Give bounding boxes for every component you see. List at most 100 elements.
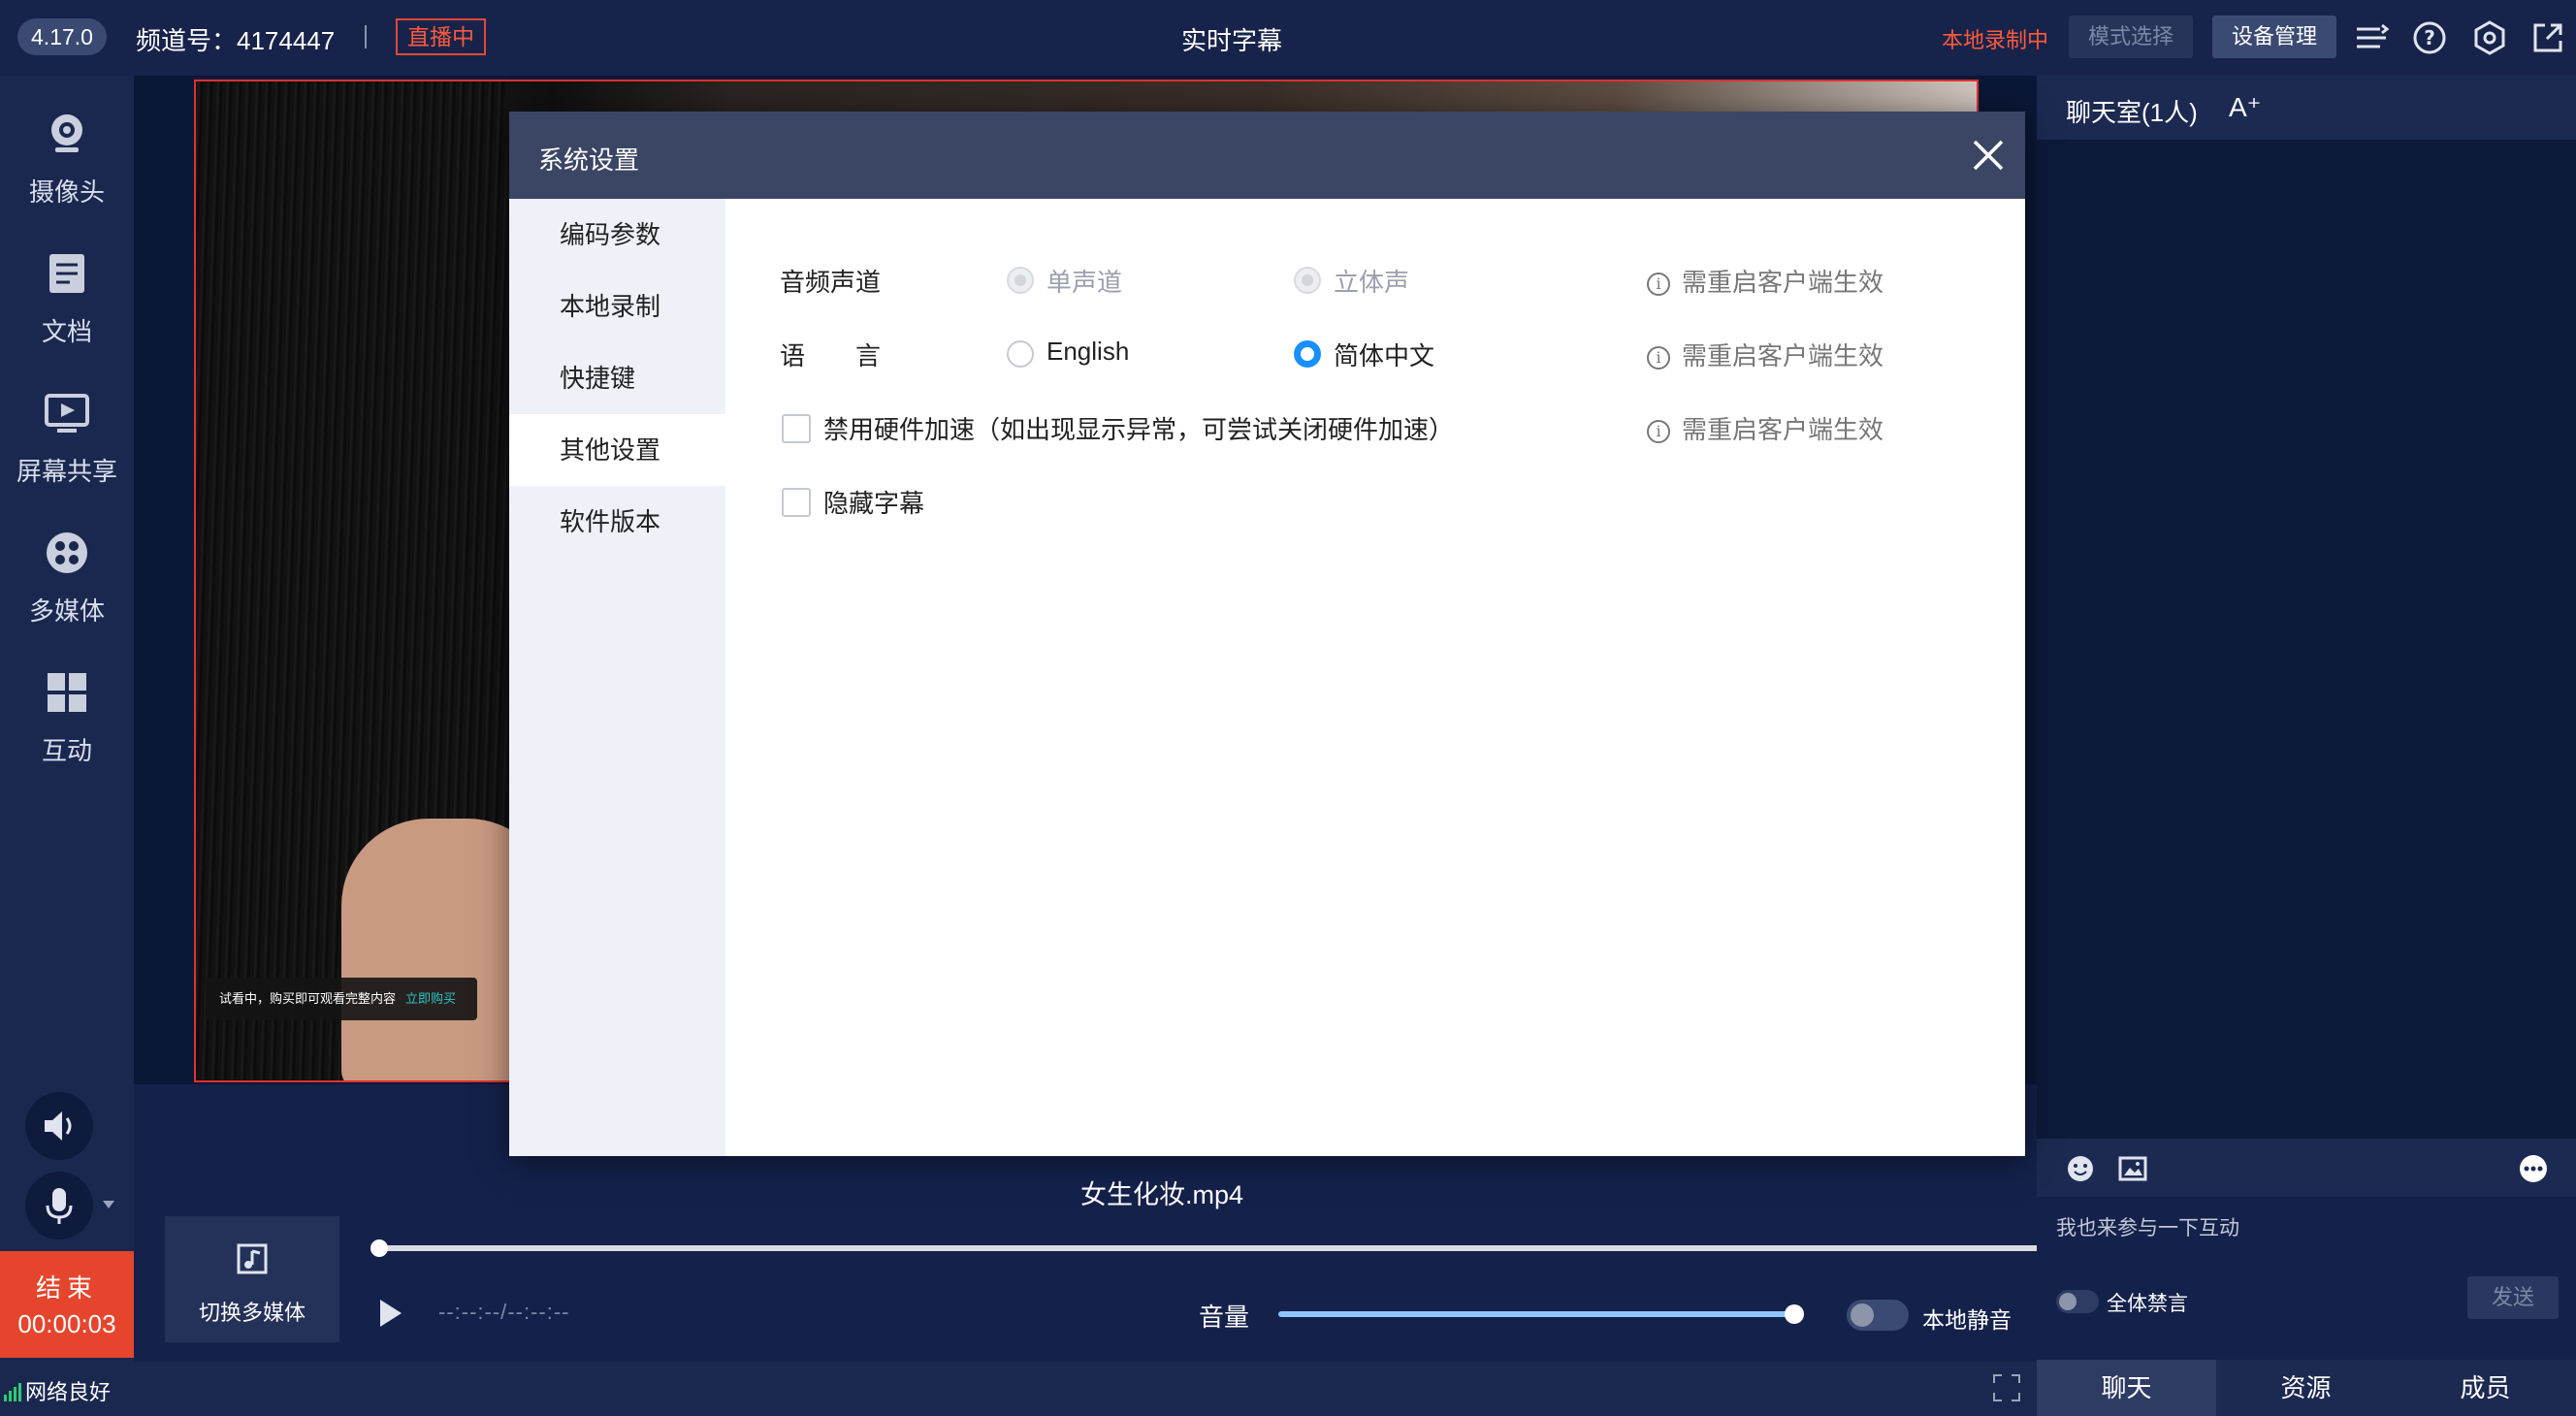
signal-icon (4, 1383, 21, 1401)
nav-item-encoding[interactable]: 编码参数 (509, 199, 725, 271)
settings-content: 音频声道 单声道 立体声 i 需重启客户端生效 语 言 English 简体中文 … (725, 199, 2025, 1156)
speaker-button[interactable] (25, 1092, 93, 1160)
settings-icon[interactable] (2469, 17, 2510, 58)
device-manage-button[interactable]: 设备管理 (2212, 16, 2337, 58)
playback-progress-handle[interactable] (370, 1239, 388, 1257)
restart-hint-text: 需重启客户端生效 (1682, 268, 1884, 297)
sidebar-item-interaction[interactable]: 互动 (0, 652, 134, 778)
network-status: 网络良好 (4, 1375, 111, 1406)
tab-resources[interactable]: 资源 (2216, 1360, 2396, 1416)
image-icon[interactable] (2118, 1154, 2147, 1183)
media-switch-icon (237, 1243, 268, 1274)
nav-item-local-recording[interactable]: 本地录制 (509, 271, 725, 342)
chinese-radio[interactable] (1294, 340, 1321, 368)
chat-input-placeholder[interactable]: 我也来参与一下互动 (2056, 1212, 2239, 1241)
english-radio[interactable] (1007, 340, 1034, 368)
emoji-icon[interactable] (2066, 1154, 2095, 1183)
microphone-icon (46, 1188, 73, 1224)
sidebar-item-document[interactable]: 文档 (0, 233, 134, 359)
sidebar-item-screen-share[interactable]: 屏幕共享 (0, 372, 134, 499)
sidebar-item-multimedia[interactable]: 多媒体 (0, 512, 134, 638)
microphone-button[interactable] (25, 1172, 93, 1239)
divider (365, 25, 367, 48)
network-label: 网络良好 (25, 1380, 112, 1404)
tab-chat[interactable]: 聊天 (2037, 1360, 2216, 1416)
language-row: 语 言 English 简体中文 i 需重启客户端生效 (725, 333, 2025, 371)
trial-text: 试看中，购买即可观看完整内容 (219, 991, 397, 1006)
hw-accel-checkbox[interactable] (782, 414, 811, 443)
mode-select-button[interactable]: 模式选择 (2069, 16, 2194, 58)
list-icon[interactable] (2351, 17, 2392, 58)
system-settings-dialog: 系统设置 编码参数 本地录制 快捷键 其他设置 软件版本 音频声道 单声道 立体… (509, 112, 2025, 1156)
font-size-button[interactable]: A⁺ (2229, 91, 2261, 123)
dialog-title: 系统设置 (538, 145, 640, 175)
restart-hint: i 需重启客户端生效 (1647, 263, 1884, 299)
end-label: 结束 (35, 1273, 98, 1303)
dialog-header: 系统设置 (509, 112, 2025, 199)
sidebar-item-label: 多媒体 (28, 596, 105, 626)
nav-item-other-settings[interactable]: 其他设置 (509, 414, 725, 486)
buy-now-link[interactable]: 立即购买 (405, 991, 456, 1006)
info-icon: i (1647, 346, 1670, 370)
local-mute-label: 本地静音 (1922, 1307, 2012, 1333)
volume-slider[interactable] (1278, 1311, 1794, 1317)
chat-room-title: 聊天室(1人) (2066, 98, 2198, 127)
nav-item-shortcuts[interactable]: 快捷键 (509, 342, 725, 414)
volume-slider-handle[interactable] (1785, 1304, 1804, 1324)
hide-subtitle-row: 隐藏字幕 (725, 480, 2025, 519)
settings-nav: 编码参数 本地录制 快捷键 其他设置 软件版本 (509, 199, 725, 1156)
send-button[interactable]: 发送 (2467, 1276, 2559, 1319)
volume-label: 音量 (1199, 1303, 1250, 1332)
hw-accel-label[interactable]: 禁用硬件加速（如出现显示异常，可尝试关闭硬件加速） (823, 410, 1454, 446)
info-icon: i (1647, 420, 1670, 443)
language-label: 语 言 (780, 341, 882, 370)
mono-radio (1007, 267, 1034, 294)
close-icon[interactable] (1970, 137, 2007, 174)
tab-members[interactable]: 成员 (2396, 1360, 2575, 1416)
switch-media-button[interactable]: 切换多媒体 (165, 1216, 339, 1342)
document-icon (49, 254, 84, 293)
ban-all-toggle[interactable] (2056, 1290, 2099, 1313)
chat-input-area[interactable]: 我也来参与一下互动 全体禁言 发送 (2037, 1197, 2576, 1340)
play-icon[interactable] (376, 1298, 405, 1329)
left-sidebar: 摄像头 文档 屏幕共享 多媒体 互动 (0, 76, 134, 1416)
speaker-icon (45, 1111, 72, 1141)
chat-tabs: 聊天 资源 成员 (2037, 1360, 2576, 1416)
info-icon: i (1647, 273, 1670, 296)
multimedia-icon (47, 532, 87, 573)
restart-hint-text: 需重启客户端生效 (1682, 415, 1884, 444)
channel-number: 频道号：4174447 (136, 26, 336, 55)
playback-progress-bar[interactable] (376, 1245, 2143, 1251)
restart-hint: i 需重启客户端生效 (1647, 410, 1884, 446)
chat-panel: 聊天室(1人) A⁺ 我也来参与一下互动 全体禁言 发送 聊天 资源 成员 (2037, 76, 2576, 1416)
hide-subtitle-checkbox[interactable] (782, 488, 811, 517)
sidebar-item-label: 文档 (41, 317, 92, 346)
restart-hint: i 需重启客户端生效 (1647, 337, 1884, 372)
end-live-button[interactable]: 结束 00:00:03 (0, 1251, 134, 1358)
chat-toolbar (2037, 1139, 2576, 1197)
screen-share-icon (45, 394, 89, 433)
nav-item-software-version[interactable]: 软件版本 (509, 486, 725, 558)
more-icon[interactable] (2518, 1154, 2549, 1183)
chevron-down-icon[interactable] (101, 1199, 116, 1210)
chat-header: 聊天室(1人) A⁺ (2037, 76, 2576, 140)
help-icon[interactable]: ? (2409, 17, 2450, 58)
chinese-label[interactable]: 简体中文 (1334, 337, 1434, 372)
sidebar-item-camera[interactable]: 摄像头 (0, 93, 134, 219)
ban-all-label: 全体禁言 (2107, 1293, 2188, 1315)
external-link-icon[interactable] (2528, 17, 2568, 58)
top-bar: 4.17.0 频道号：4174447 直播中 实时字幕 本地录制中 模式选择 设… (0, 0, 2576, 76)
hide-subtitle-label[interactable]: 隐藏字幕 (823, 484, 924, 520)
stereo-label: 立体声 (1334, 268, 1410, 297)
fullscreen-icon[interactable] (1992, 1373, 2021, 1402)
page-title: 实时字幕 (1181, 26, 1283, 55)
audio-channel-row: 音频声道 单声道 立体声 i 需重启客户端生效 (725, 259, 2025, 298)
live-status-badge: 直播中 (396, 18, 486, 55)
camera-icon (51, 114, 82, 152)
stereo-radio (1294, 267, 1321, 294)
local-mute-toggle[interactable] (1847, 1300, 1909, 1331)
svg-text:?: ? (2424, 26, 2435, 49)
media-file-name: 女生化妆.mp4 (1079, 1180, 1244, 1209)
english-label[interactable]: English (1046, 337, 1129, 367)
version-badge: 4.17.0 (17, 18, 107, 55)
